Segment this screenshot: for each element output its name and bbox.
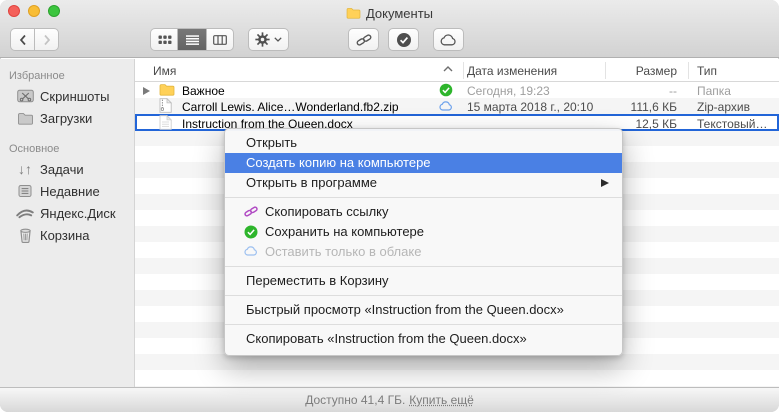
file-size: 111,6 КБ <box>631 100 677 114</box>
back-button[interactable] <box>10 28 35 51</box>
window-title-bar: Документы <box>0 4 779 22</box>
gear-icon <box>255 32 270 47</box>
cloud-only-badge <box>439 101 453 111</box>
window-chrome: Документы <box>0 0 779 58</box>
file-name: Важное <box>182 84 225 98</box>
folder-icon <box>15 112 35 125</box>
check-circle-icon <box>396 32 412 48</box>
copy-link-button[interactable] <box>348 28 379 51</box>
list-view-icon <box>186 35 199 45</box>
sidebar-item-tasks[interactable]: ↓↑ Задачи <box>0 158 134 180</box>
sidebar-item-label: Недавние <box>40 184 100 199</box>
cloud-icon <box>244 246 258 256</box>
menu-separator <box>225 266 622 267</box>
icon-view-button[interactable] <box>150 28 178 51</box>
cloud-icon <box>440 34 457 46</box>
sidebar-section-main: Основное <box>0 138 134 158</box>
context-menu: Открыть Создать копию на компьютере Откр… <box>224 128 623 356</box>
menu-item-label: Оставить только в облаке <box>265 244 421 259</box>
save-offline-button[interactable] <box>388 28 419 51</box>
menu-item-save-local[interactable]: Сохранить на компьютере <box>225 222 622 242</box>
menu-item-keep-cloud-only[interactable]: Оставить только в облаке <box>225 242 622 262</box>
sidebar-item-label: Яндекс.Диск <box>40 206 116 221</box>
menu-item-open-with[interactable]: Открыть в программе <box>225 173 622 193</box>
trash-icon <box>15 228 35 243</box>
sidebar-section-favorites: Избранное <box>0 65 134 85</box>
table-row[interactable]: Важное Сегодня, 19:23 -- Папка <box>135 82 779 98</box>
menu-item-label: Скопировать ссылку <box>265 204 389 219</box>
file-name: Carroll Lewis. Alice…Wonderland.fb2.zip <box>182 100 399 114</box>
file-size: 12,5 КБ <box>635 117 677 131</box>
menu-separator <box>225 324 622 325</box>
window-title: Документы <box>366 6 433 21</box>
available-space-text: Доступно 41,4 ГБ. <box>305 393 405 407</box>
folder-icon <box>159 83 175 96</box>
column-header-type[interactable]: Тип <box>697 64 717 78</box>
action-menu-button[interactable] <box>248 28 289 51</box>
columns-view-button[interactable] <box>206 28 234 51</box>
sidebar-item-yandex-disk[interactable]: Яндекс.Диск <box>0 202 134 224</box>
text-file-icon <box>159 115 172 130</box>
menu-item-move-to-trash[interactable]: Переместить в Корзину <box>225 271 622 291</box>
column-header-date[interactable]: Дата изменения <box>467 64 557 78</box>
forward-button[interactable] <box>34 28 59 51</box>
screenshot-icon <box>15 89 35 103</box>
list-view-button[interactable] <box>177 28 207 51</box>
sidebar: Избранное Скриншоты Загрузки Основное ↓↑… <box>0 59 135 387</box>
menu-item-create-local-copy[interactable]: Создать копию на компьютере <box>225 153 622 173</box>
list-header: Имя Дата изменения Размер Тип <box>135 59 779 82</box>
chevron-down-icon <box>274 37 282 42</box>
sidebar-item-label: Корзина <box>40 228 90 243</box>
menu-separator <box>225 197 622 198</box>
file-size: -- <box>669 84 677 98</box>
disclosure-triangle-icon[interactable] <box>143 87 150 95</box>
file-type: Zip-архив <box>697 100 750 114</box>
table-row[interactable]: Carroll Lewis. Alice…Wonderland.fb2.zip … <box>135 98 779 114</box>
columns-view-icon <box>213 35 227 45</box>
column-header-size[interactable]: Размер <box>636 64 677 78</box>
submenu-arrow-icon <box>601 179 609 187</box>
finder-window: Документы <box>0 0 779 412</box>
grid-view-icon <box>158 35 172 45</box>
recents-icon <box>15 184 35 198</box>
sidebar-item-screenshots[interactable]: Скриншоты <box>0 85 134 107</box>
yandex-disk-icon <box>15 208 35 219</box>
sidebar-item-trash[interactable]: Корзина <box>0 224 134 246</box>
buy-more-link[interactable]: Купить ещё <box>409 393 474 407</box>
menu-item-open[interactable]: Открыть <box>225 133 622 153</box>
menu-item-label: Открыть в программе <box>246 175 377 190</box>
menu-item-label: Сохранить на компьютере <box>265 224 424 239</box>
chevron-left-icon <box>19 34 27 46</box>
sidebar-item-label: Загрузки <box>40 111 92 126</box>
check-circle-icon <box>244 225 258 239</box>
sidebar-item-label: Скриншоты <box>40 89 109 104</box>
menu-item-quick-look[interactable]: Быстрый просмотр «Instruction from the Q… <box>225 300 622 320</box>
sidebar-item-downloads[interactable]: Загрузки <box>0 107 134 129</box>
menu-separator <box>225 295 622 296</box>
sort-ascending-icon <box>443 66 453 72</box>
link-icon <box>244 205 258 218</box>
menu-item-copy-link[interactable]: Скопировать ссылку <box>225 202 622 222</box>
file-type: Текстовый… <box>697 117 767 131</box>
synced-check-badge <box>439 83 453 97</box>
sort-arrows-icon: ↓↑ <box>15 161 35 177</box>
menu-item-copy[interactable]: Скопировать «Instruction from the Queen.… <box>225 329 622 349</box>
file-date: Сегодня, 19:23 <box>467 84 550 98</box>
column-header-name[interactable]: Имя <box>153 64 176 78</box>
file-date: 15 марта 2018 г., 20:10 <box>467 100 593 114</box>
status-bar: Доступно 41,4 ГБ. Купить ещё <box>0 387 779 412</box>
sidebar-item-label: Задачи <box>40 162 84 177</box>
link-icon <box>356 33 372 47</box>
folder-icon <box>346 7 361 19</box>
sidebar-item-recents[interactable]: Недавние <box>0 180 134 202</box>
file-type: Папка <box>697 84 731 98</box>
zip-file-icon <box>159 98 172 113</box>
chevron-right-icon <box>43 34 51 46</box>
cloud-only-button[interactable] <box>433 28 464 51</box>
